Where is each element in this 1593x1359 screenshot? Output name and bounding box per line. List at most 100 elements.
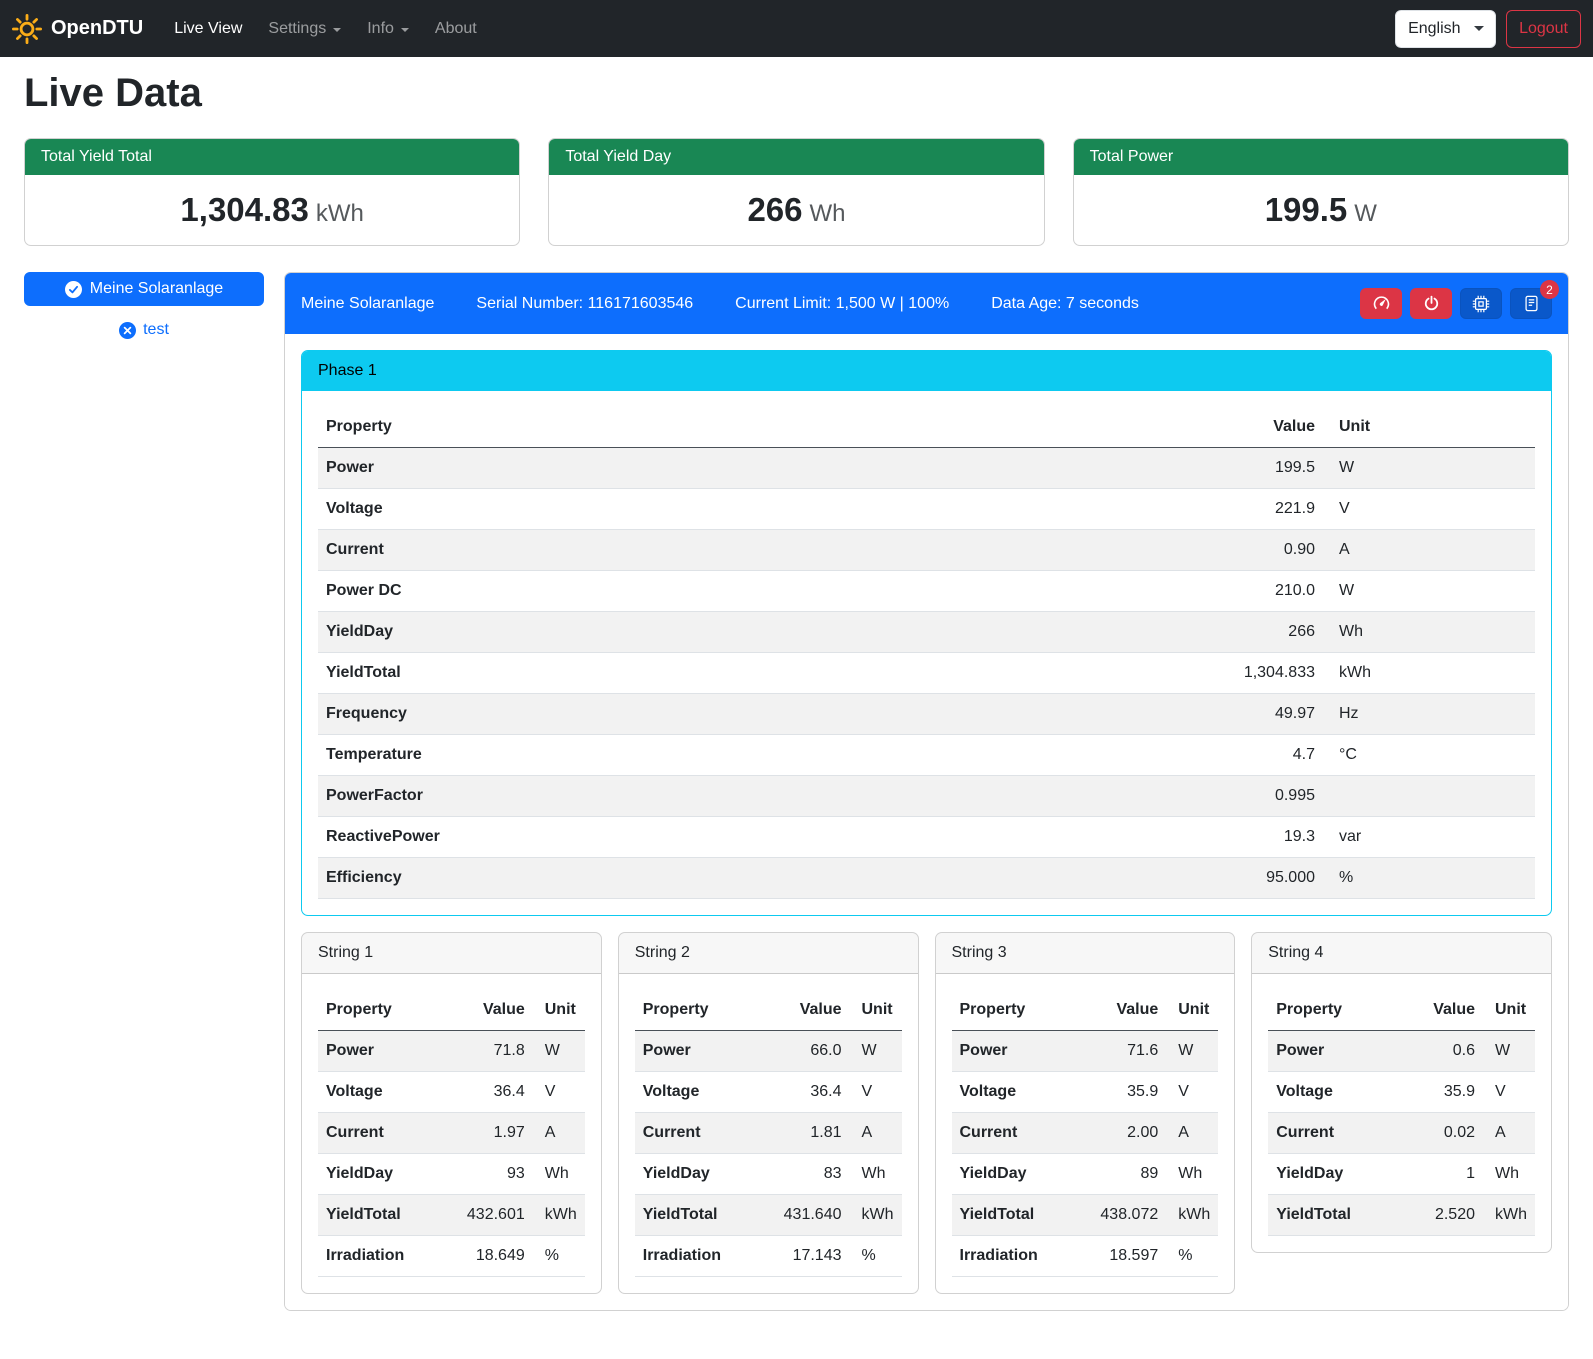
unit-cell: Wh bbox=[1323, 612, 1535, 653]
nav-item-live-view[interactable]: Live View bbox=[161, 12, 255, 46]
value-cell: 0.90 bbox=[1203, 530, 1323, 571]
nav-item-about[interactable]: About bbox=[422, 12, 490, 46]
value-cell: 35.9 bbox=[1411, 1072, 1483, 1113]
main-row: Meine Solaranlage test Meine Solaranlage… bbox=[24, 272, 1569, 1311]
unit-cell: Wh bbox=[1166, 1154, 1218, 1195]
inverter-panel-column: Meine Solaranlage Serial Number: 1161716… bbox=[284, 272, 1569, 1311]
table-row: Power DC210.0W bbox=[318, 571, 1535, 612]
inverter-sidebar: Meine Solaranlage test bbox=[24, 272, 264, 339]
property-cell: Power bbox=[635, 1031, 776, 1072]
property-cell: Frequency bbox=[318, 694, 1203, 735]
table-row: ReactivePower19.3var bbox=[318, 817, 1535, 858]
value-cell: 18.649 bbox=[459, 1236, 533, 1277]
table-row: YieldTotal1,304.833kWh bbox=[318, 653, 1535, 694]
string-table-body: Power71.6WVoltage35.9VCurrent2.00AYieldD… bbox=[952, 1031, 1219, 1277]
nav-label: Info bbox=[367, 20, 394, 38]
property-cell: Irradiation bbox=[318, 1236, 459, 1277]
inverter-select-button[interactable]: Meine Solaranlage bbox=[24, 272, 264, 306]
chevron-down-icon bbox=[401, 28, 409, 32]
inverter-data-age: Data Age: 7 seconds bbox=[991, 295, 1139, 313]
string-card-body: Property Value Unit Power71.8WVoltage36.… bbox=[302, 974, 601, 1293]
table-row: YieldTotal431.640kWh bbox=[635, 1195, 902, 1236]
limit-settings-button[interactable] bbox=[1360, 288, 1402, 319]
string-table: Property Value Unit Power0.6WVoltage35.9… bbox=[1268, 990, 1535, 1236]
brand-label: OpenDTU bbox=[51, 17, 143, 40]
table-row: Voltage35.9V bbox=[952, 1072, 1219, 1113]
string-card-body: Property Value Unit Power71.6WVoltage35.… bbox=[936, 974, 1235, 1293]
inverter-item-test[interactable]: test bbox=[24, 321, 264, 339]
table-row: Power199.5W bbox=[318, 448, 1535, 489]
property-cell: Voltage bbox=[318, 1072, 459, 1113]
value-cell: 2.00 bbox=[1092, 1113, 1166, 1154]
column-property: Property bbox=[635, 990, 776, 1031]
page-content: Live Data Total Yield Total 1,304.83kWh … bbox=[0, 71, 1593, 1335]
unit-cell: W bbox=[533, 1031, 585, 1072]
app-brand[interactable]: OpenDTU bbox=[12, 14, 143, 44]
nav-item-settings[interactable]: Settings bbox=[255, 12, 354, 46]
inverter-panel-body: Phase 1 Property Value Unit bbox=[285, 334, 1568, 1310]
value-cell: 2.520 bbox=[1411, 1195, 1483, 1236]
check-circle-icon bbox=[65, 281, 82, 298]
inverter-panel: Meine Solaranlage Serial Number: 1161716… bbox=[284, 272, 1569, 1311]
table-row: YieldDay83Wh bbox=[635, 1154, 902, 1195]
table-row: Temperature4.7°C bbox=[318, 735, 1535, 776]
value-cell: 4.7 bbox=[1203, 735, 1323, 776]
table-row: YieldTotal432.601kWh bbox=[318, 1195, 585, 1236]
table-row: Current2.00A bbox=[952, 1113, 1219, 1154]
value-cell: 83 bbox=[776, 1154, 850, 1195]
event-count-badge: 2 bbox=[1540, 280, 1559, 299]
unit-cell: A bbox=[1323, 530, 1535, 571]
nav-label: Settings bbox=[268, 20, 326, 38]
logout-button[interactable]: Logout bbox=[1506, 10, 1581, 48]
unit-cell: Wh bbox=[1483, 1154, 1535, 1195]
property-cell: YieldDay bbox=[635, 1154, 776, 1195]
unit-cell: Hz bbox=[1323, 694, 1535, 735]
table-header-row: Property Value Unit bbox=[635, 990, 902, 1031]
language-select[interactable]: English bbox=[1395, 10, 1496, 48]
unit-cell: V bbox=[1323, 489, 1535, 530]
table-row: Voltage35.9V bbox=[1268, 1072, 1535, 1113]
property-cell: YieldTotal bbox=[635, 1195, 776, 1236]
value-cell: 71.8 bbox=[459, 1031, 533, 1072]
property-cell: Voltage bbox=[1268, 1072, 1411, 1113]
string-card-header: String 3 bbox=[936, 933, 1235, 974]
unit-cell: A bbox=[533, 1113, 585, 1154]
card-body: 199.5W bbox=[1074, 175, 1568, 245]
property-cell: Irradiation bbox=[635, 1236, 776, 1277]
table-row: Voltage36.4V bbox=[318, 1072, 585, 1113]
property-cell: Power bbox=[952, 1031, 1093, 1072]
unit-cell bbox=[1323, 776, 1535, 817]
sun-logo-icon bbox=[12, 14, 42, 44]
unit-cell: % bbox=[1166, 1236, 1218, 1277]
nav-item-info[interactable]: Info bbox=[354, 12, 422, 46]
table-row: Voltage221.9V bbox=[318, 489, 1535, 530]
language-select-wrap: English bbox=[1395, 10, 1496, 48]
unit-cell: °C bbox=[1323, 735, 1535, 776]
device-info-button[interactable] bbox=[1460, 288, 1502, 319]
table-row: Current1.81A bbox=[635, 1113, 902, 1154]
power-button[interactable] bbox=[1410, 288, 1452, 319]
column-property: Property bbox=[318, 990, 459, 1031]
unit-cell: A bbox=[1166, 1113, 1218, 1154]
phase-table: Property Value Unit Power199.5WVoltage22… bbox=[318, 407, 1535, 899]
value-cell: 36.4 bbox=[459, 1072, 533, 1113]
unit-cell: W bbox=[1323, 571, 1535, 612]
value-cell: 71.6 bbox=[1092, 1031, 1166, 1072]
string-4-card: String 4 Property Value Unit bbox=[1251, 932, 1552, 1253]
journal-icon bbox=[1523, 295, 1540, 312]
nav-label: About bbox=[435, 20, 477, 38]
property-cell: Temperature bbox=[318, 735, 1203, 776]
chevron-down-icon bbox=[333, 28, 341, 32]
property-cell: YieldDay bbox=[952, 1154, 1093, 1195]
table-header-row: Property Value Unit bbox=[318, 990, 585, 1031]
value-cell: 17.143 bbox=[776, 1236, 850, 1277]
string-3-card: String 3 Property Value Unit bbox=[935, 932, 1236, 1294]
value-cell: 438.072 bbox=[1092, 1195, 1166, 1236]
value-cell: 1.97 bbox=[459, 1113, 533, 1154]
string-table-body: Power71.8WVoltage36.4VCurrent1.97AYieldD… bbox=[318, 1031, 585, 1277]
string-card-header: String 1 bbox=[302, 933, 601, 974]
value-cell: 431.640 bbox=[776, 1195, 850, 1236]
column-property: Property bbox=[1268, 990, 1411, 1031]
property-cell: Current bbox=[318, 1113, 459, 1154]
table-row: Power0.6W bbox=[1268, 1031, 1535, 1072]
